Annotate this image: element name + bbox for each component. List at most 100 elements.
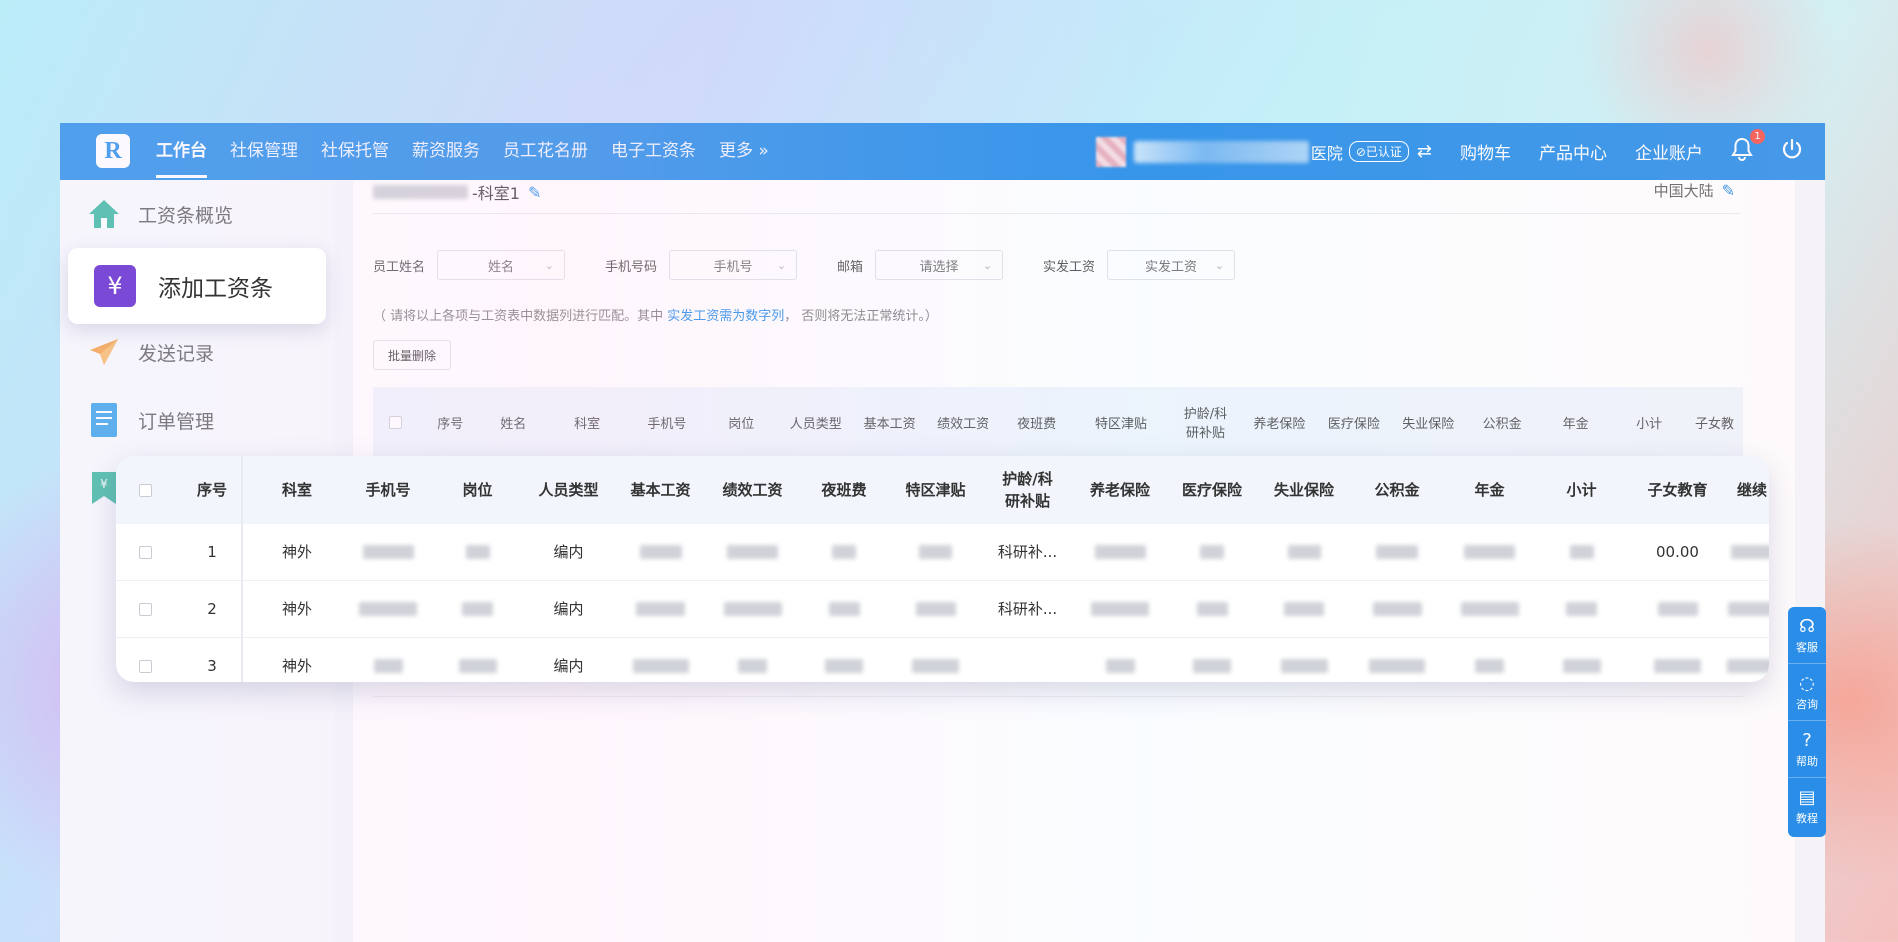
sidebar-item-order-management[interactable]: 订单管理 [86,402,214,438]
redacted-cell [1258,524,1350,580]
edit-icon[interactable]: ✎ [1722,181,1735,200]
redacted-cell [1166,638,1258,682]
app-logo[interactable]: R [96,134,130,168]
nav-workbench[interactable]: 工作台 [156,123,207,180]
note-text: （ 请将以上各项与工资表中数据列进行匹配。其中 [373,309,668,324]
redacted-cell [614,524,707,580]
table-row: 2 神外 编内 科研补... [116,581,1769,638]
chevron-down-icon: ⌄ [544,258,555,272]
nav-employee-roster[interactable]: 员工花名册 [503,123,588,180]
redacted-cell [890,581,981,637]
tool-label: 帮助 [1796,754,1818,768]
notification-badge: 1 [1750,128,1765,144]
nav-salary-service[interactable]: 薪资服务 [412,123,480,180]
home-icon [86,196,122,232]
redacted-cell [1258,581,1350,637]
column-header: 人员类型 [538,481,599,499]
row-checkbox[interactable] [116,524,174,580]
redacted-cell [1166,581,1258,637]
tool-label: 咨询 [1796,697,1818,711]
question-icon: ? [1802,729,1812,751]
tool-label: 教程 [1796,812,1818,825]
column-header: 手机号 [365,481,411,499]
department-title: -科室1 ✎ [373,180,541,204]
note-highlight: 实发工资需为数字列 [667,309,785,324]
table-row: 3 神外 编内 [116,638,1769,682]
paper-plane-icon [86,334,122,370]
row-checkbox[interactable] [116,581,174,637]
customer-service-button[interactable]: ☊ 客服 [1788,607,1826,664]
column-header: 医疗保险 [1327,416,1380,432]
nav-social-custody[interactable]: 社保托管 [321,123,389,180]
department-name: -科室1 [472,184,520,203]
edit-icon[interactable]: ✎ [528,183,541,202]
redacted-cell [1074,524,1166,580]
region-selector[interactable]: 中国大陆 ✎ [1654,180,1735,201]
column-header: 岗位 [462,481,493,499]
staff-type-cell: 编内 [553,600,584,618]
select-value: 姓名 [488,259,515,275]
phone-select[interactable]: 手机号 ⌄ [669,250,798,280]
column-header: 年金 [1562,416,1589,432]
filter-label-email: 邮箱 [837,259,864,275]
chat-icon: ◌ [1799,672,1815,694]
select-value: 请选择 [919,259,959,275]
bell-icon[interactable]: 1 [1731,128,1765,167]
sidebar-item-payslip-overview[interactable]: 工资条概览 [86,196,233,232]
batch-delete-button[interactable]: 批量删除 [373,340,451,370]
email-select[interactable]: 请选择 ⌄ [875,250,1004,280]
filter-bar: 员工姓名 姓名 ⌄ 手机号码 手机号 ⌄ 邮箱 请选择 ⌄ 实发工资 实发工资 ⌄ [373,250,1275,280]
column-header: 人员类型 [789,416,842,432]
column-header: 失业保险 [1273,481,1334,499]
redacted-cell [614,581,707,637]
switch-org-icon[interactable]: ⇄ [1417,141,1432,162]
note-text: ， 否则将无法正常统计。） [784,309,938,324]
enterprise-account-link[interactable]: 企业账户 [1635,139,1703,164]
table-header: 序号 科室 手机号 岗位 人员类型 基本工资 绩效工资 夜班费 特区津贴 护龄/科 研补贴 养老保险… [116,456,1769,524]
column-header: 养老保险 [1089,481,1150,499]
cart-link[interactable]: 购物车 [1460,139,1511,164]
column-header: 序号 [437,416,464,432]
column-header: 公积金 [1482,416,1522,432]
help-button[interactable]: ? 帮助 [1788,721,1826,778]
net-pay-select[interactable]: 实发工资 ⌄ [1107,250,1236,280]
column-header: 继续 [1736,481,1767,499]
column-header: 护龄/科 研补贴 [1183,407,1228,441]
topbar-right: 医院 ⊘已认证 ⇄ 购物车 产品中心 企业账户 1 [1095,123,1825,180]
main-nav: 工作台 社保管理 社保托管 薪资服务 员工花名册 电子工资条 更多 » [156,123,792,180]
redacted-cell [707,581,798,637]
row-index: 1 [207,543,217,561]
tutorial-button[interactable]: ▤ 教程 [1788,778,1826,835]
column-header: 基本工资 [630,481,691,499]
redacted-cell [1074,638,1166,682]
column-header: 基本工资 [863,416,916,432]
sidebar-item-send-records[interactable]: 发送记录 [86,334,214,370]
redacted-cell [798,524,890,580]
power-icon[interactable] [1781,138,1803,166]
sidebar-item-add-payslip[interactable]: ¥ 添加工资条 [68,248,326,324]
nav-e-payslip[interactable]: 电子工资条 [611,123,696,180]
nav-more[interactable]: 更多 » [719,123,769,180]
product-center-link[interactable]: 产品中心 [1539,139,1607,164]
redacted-cell [798,581,890,637]
nav-social-security[interactable]: 社保管理 [230,123,298,180]
svg-text:¥: ¥ [100,477,108,491]
redacted-cell [1727,638,1769,682]
column-header: 子女教 [1694,416,1734,432]
row-checkbox[interactable] [116,638,174,682]
redacted-cell [707,638,798,682]
org-avatar [1095,136,1126,167]
sidebar-item-label: 添加工资条 [158,276,273,302]
redacted-cell [344,581,432,637]
redacted-cell [432,581,523,637]
staff-type-cell: 编内 [553,543,584,561]
select-all-checkbox[interactable] [116,456,174,524]
select-all-checkbox[interactable] [373,415,419,429]
redacted-cell [1074,581,1166,637]
dept-cell: 神外 [281,543,312,561]
redacted-cell [1727,581,1769,637]
name-select[interactable]: 姓名 ⌄ [437,250,566,280]
column-header: 姓名 [500,416,527,432]
consult-button[interactable]: ◌ 咨询 [1788,664,1826,721]
column-header: 绩效工资 [722,481,783,499]
